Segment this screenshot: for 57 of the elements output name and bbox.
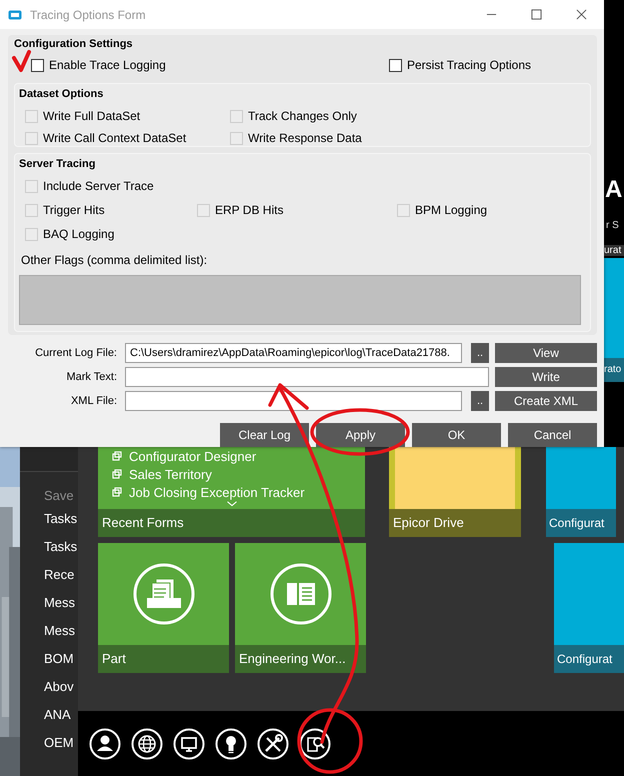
tile[interactable]: Configurat [546,447,616,537]
text-field[interactable]: C:\Users\dramirez\AppData\Roaming\epicor\log\TraceData21788. [125,343,462,363]
window-title: Tracing Options Form [30,8,146,22]
lightbulb-icon[interactable] [215,728,247,760]
sidebar-item[interactable]: ANA [44,707,71,723]
dialog-button[interactable]: Apply [316,423,405,447]
logo-letter: A [605,175,622,205]
field-label: Current Log File: [34,347,117,359]
globe-icon[interactable] [131,728,163,760]
action-button[interactable]: View [495,343,597,363]
text-field[interactable] [125,391,462,411]
dialog-button[interactable]: Cancel [508,423,597,447]
document-search-icon[interactable] [299,728,331,760]
sidebar-item[interactable]: Tasks [44,511,78,527]
tile[interactable]: rato [604,258,624,382]
field-label: Mark Text: [65,371,117,383]
sidebar-item[interactable]: BOM [44,651,74,667]
action-button[interactable]: Create XML [495,391,597,411]
field-label: Other Flags (comma delimited list): [21,253,208,267]
sidebar-item[interactable]: Mess [44,595,76,611]
browse-button[interactable]: .. [471,343,489,363]
user-icon[interactable] [89,728,121,760]
dialog-button[interactable]: Clear Log [220,423,309,447]
window-icon [8,10,22,20]
tile[interactable]: Engineering Wor... [235,543,366,673]
documents-tray-icon [132,562,196,626]
circle-annotation [297,708,363,774]
sidebar-item[interactable]: OEM [44,735,74,751]
recent-forms-tile[interactable]: Configurator Designer Sales Territory Job Closing Exception Tracker Recent Forms [98,447,365,537]
check-mark-annotation [12,50,31,72]
group-title: Configuration Settings [14,37,134,51]
tile[interactable]: Part [98,543,229,673]
tagline: r S [606,220,619,231]
group-title: Dataset Options [19,87,104,101]
tile-label: urat [604,245,624,256]
tools-icon[interactable] [257,728,289,760]
dialog-button[interactable]: OK [412,423,501,447]
book-icon [268,562,332,626]
tile[interactable]: Configurat [554,543,624,673]
epicor-drive-tile[interactable]: Epicor Drive [389,447,521,537]
sidebar-heading: Save [44,488,74,503]
sidebar-item[interactable]: Abov [44,679,74,695]
group-title: Server Tracing [19,157,96,171]
browse-button[interactable]: .. [471,391,489,411]
sidebar-item[interactable]: Tasks [44,539,78,555]
monitor-icon[interactable] [173,728,205,760]
maximize-icon[interactable] [531,9,542,20]
sidebar-item[interactable]: Mess [44,623,76,639]
checkbox[interactable]: Enable Trace Logging [31,58,166,72]
field-label: XML File: [70,395,117,407]
sidebar-item[interactable]: Rece [44,567,74,583]
action-button[interactable]: Write [495,367,597,387]
tile-label: Recent Forms [98,509,365,537]
chevron-icon[interactable] [226,501,238,507]
close-icon[interactable] [576,9,587,20]
text-field[interactable] [125,367,489,387]
checkbox[interactable]: Persist Tracing Options [388,58,531,72]
